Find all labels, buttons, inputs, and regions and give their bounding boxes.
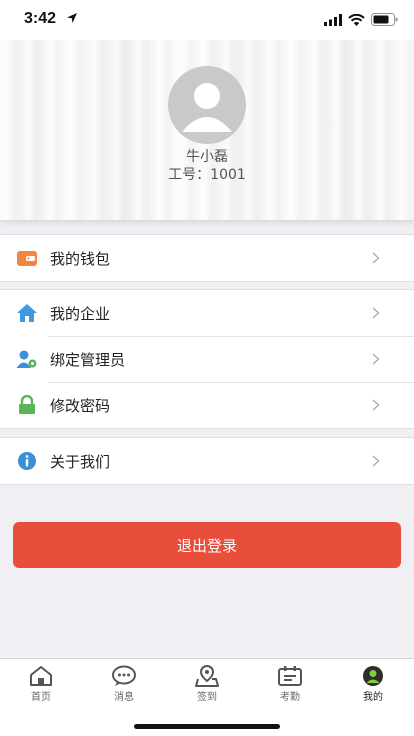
tab-checkin[interactable]: 签到 bbox=[177, 665, 237, 703]
message-icon bbox=[112, 665, 136, 686]
tab-home[interactable]: 首页 bbox=[11, 665, 71, 703]
location-arrow-icon bbox=[67, 13, 77, 23]
menu-item-enterprise[interactable]: 我的企业 bbox=[0, 290, 414, 336]
tab-messages[interactable]: 消息 bbox=[94, 665, 154, 703]
signal-icon bbox=[324, 13, 342, 26]
status-indicators bbox=[324, 13, 398, 26]
tab-label: 首页 bbox=[31, 692, 51, 703]
tab-label: 我的 bbox=[363, 692, 383, 703]
tab-label: 消息 bbox=[114, 692, 134, 703]
profile-header: 牛小磊 工号：1001 bbox=[0, 40, 414, 220]
wallet-icon bbox=[17, 251, 37, 266]
home-indicator bbox=[134, 724, 280, 729]
battery-icon bbox=[371, 13, 398, 26]
avatar[interactable] bbox=[168, 66, 246, 144]
tab-label: 考勤 bbox=[280, 692, 300, 703]
tab-mine[interactable]: 我的 bbox=[343, 665, 403, 703]
profile-icon bbox=[363, 666, 383, 686]
user-gear-icon bbox=[16, 350, 37, 368]
home-icon bbox=[30, 666, 52, 686]
menu-item-about[interactable]: 关于我们 bbox=[0, 438, 414, 484]
status-bar: 3:42 bbox=[0, 0, 414, 40]
tab-label: 签到 bbox=[197, 692, 217, 703]
menu-item-bind-admin[interactable]: 绑定管理员 bbox=[0, 336, 414, 382]
user-name: 牛小磊 bbox=[186, 149, 228, 165]
chevron-right-icon bbox=[372, 399, 380, 411]
menu-label-wallet: 我的钱包 bbox=[50, 249, 111, 268]
menu-label-bind-admin: 绑定管理员 bbox=[50, 350, 126, 369]
calendar-icon bbox=[278, 666, 302, 686]
lock-icon bbox=[19, 395, 35, 414]
menu-label-change-password: 修改密码 bbox=[50, 396, 111, 415]
home-icon bbox=[17, 304, 37, 322]
chevron-right-icon bbox=[372, 252, 380, 264]
menu-group-about: 关于我们 bbox=[0, 437, 414, 485]
employee-id-label: 工号： bbox=[168, 167, 211, 183]
employee-id-value: 1001 bbox=[210, 167, 246, 183]
menu-label-about: 关于我们 bbox=[50, 452, 111, 471]
chevron-right-icon bbox=[372, 353, 380, 365]
avatar-placeholder-icon bbox=[182, 83, 232, 132]
tab-attendance[interactable]: 考勤 bbox=[260, 665, 320, 703]
status-time: 3:42 bbox=[24, 10, 57, 27]
menu-item-change-password[interactable]: 修改密码 bbox=[0, 382, 414, 428]
menu-group-account: 我的企业 绑定管理员 修改密码 bbox=[0, 289, 414, 429]
location-pin-icon bbox=[195, 665, 219, 687]
menu-item-wallet[interactable]: 我的钱包 bbox=[0, 235, 414, 281]
wifi-icon bbox=[348, 13, 365, 26]
chevron-right-icon bbox=[372, 307, 380, 319]
employee-id: 工号：1001 bbox=[0, 164, 414, 184]
chevron-right-icon bbox=[372, 455, 380, 467]
info-icon bbox=[18, 452, 36, 470]
menu-group-wallet: 我的钱包 bbox=[0, 234, 414, 282]
logout-button[interactable]: 退出登录 bbox=[13, 522, 401, 568]
menu-label-enterprise: 我的企业 bbox=[50, 304, 111, 323]
